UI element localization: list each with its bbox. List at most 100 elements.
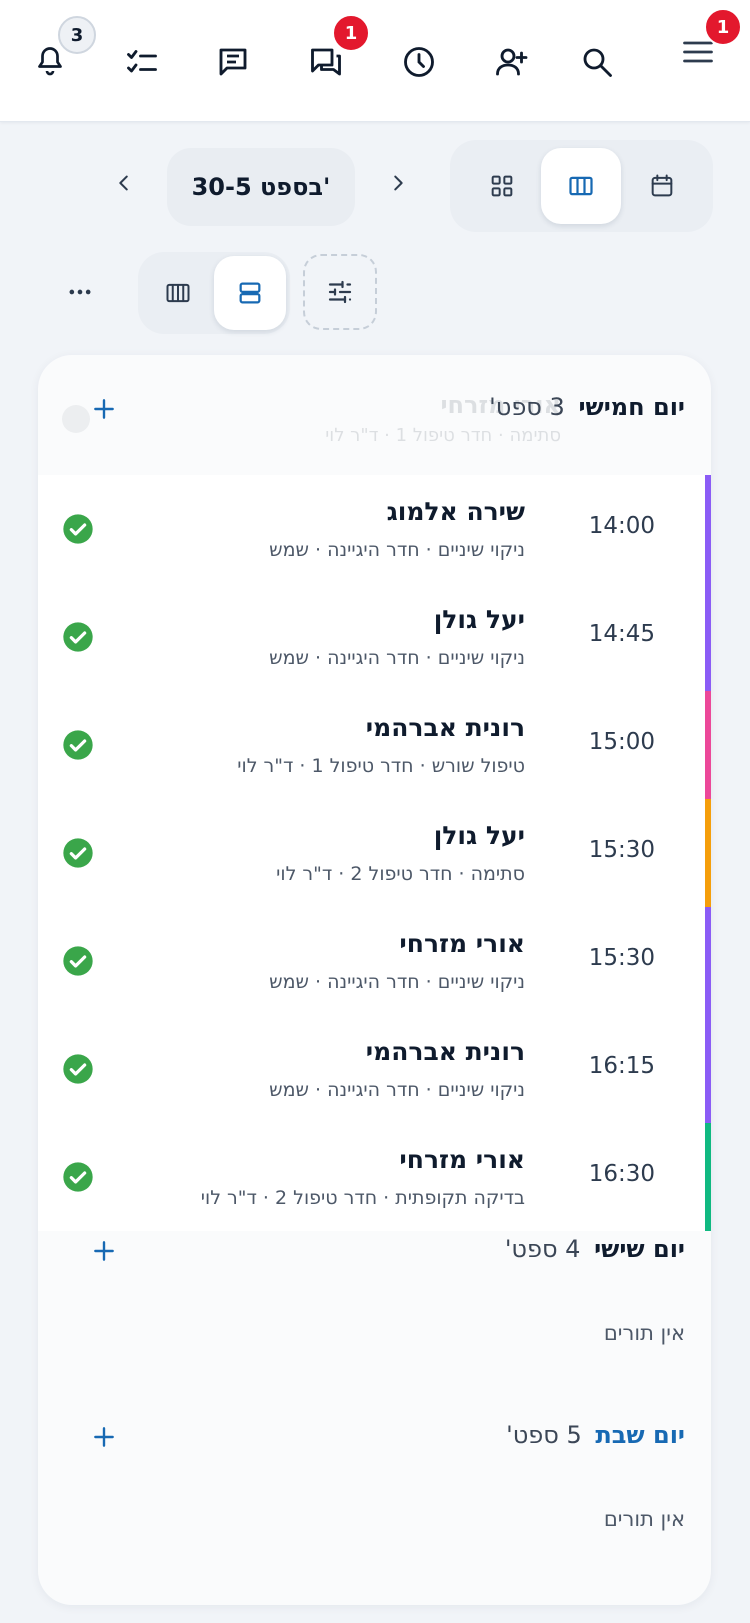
confirmed-check-button[interactable] (62, 837, 94, 869)
layout-switcher (138, 252, 290, 334)
day-title: יום שבת 5 ספט' (506, 1421, 685, 1449)
appointment-time: 16:30 (588, 1161, 655, 1187)
next-range-button[interactable] (378, 163, 418, 203)
appointment-row[interactable]: 15:00 רונית אברהמי טיפול שורש · חדר טיפול … (38, 691, 711, 799)
agenda-card: אורי מזרחי סתימה · חדר טיפול 1 · ד"ר לוי… (38, 355, 711, 1605)
no-appointments-label: אין תורים (603, 1507, 685, 1531)
view-week-icon (569, 176, 593, 196)
checklist-icon (127, 50, 157, 73)
calendar-view-button[interactable] (622, 148, 702, 224)
more-options-button[interactable] (60, 272, 100, 312)
check-circle-icon (63, 946, 93, 976)
menu-button[interactable]: 1 (668, 8, 742, 82)
check-circle-icon (63, 730, 93, 760)
appointment-time: 15:30 (588, 945, 655, 971)
check-circle-icon (63, 622, 93, 652)
chat-button[interactable] (203, 32, 263, 92)
confirmed-check-button[interactable] (62, 621, 94, 653)
patient-name: יעל גולן (433, 821, 525, 850)
search-button[interactable] (567, 32, 627, 92)
view-mode-switcher (450, 140, 713, 232)
patient-name: אורי מזרחי (399, 1145, 525, 1174)
appointment-time: 15:30 (588, 837, 655, 863)
history-button[interactable] (389, 32, 449, 92)
appointment-row[interactable]: 15:30 אורי מזרחי ניקוי שיניים · חדר היגיינ… (38, 907, 711, 1015)
grid-icon (491, 175, 513, 197)
check-circle-icon (63, 1162, 93, 1192)
confirmed-check-button[interactable] (62, 729, 94, 761)
appointment-details: סתימה · חדר טיפול 2 · ד"ר לוי (276, 863, 525, 885)
add-person-icon (496, 48, 528, 76)
appointment-time: 15:00 (588, 729, 655, 755)
check-circle-icon (63, 1054, 93, 1084)
add-patient-button[interactable] (481, 32, 541, 92)
day-header-thursday: אורי מזרחי סתימה · חדר טיפול 1 · ד"ר לוי… (38, 355, 711, 465)
category-stripe (705, 907, 711, 1015)
day-title: יום חמישי 3 ספט' (489, 393, 685, 421)
appointment-details: ניקוי שיניים · חדר היגיינה · שמש (269, 1079, 525, 1101)
calendar-icon (651, 174, 673, 197)
search-icon (583, 48, 612, 77)
top-app-bar: 3 1 1 (0, 0, 750, 122)
confirmed-check-button[interactable] (62, 1053, 94, 1085)
clock-icon (404, 47, 434, 77)
ghost-meta: סתימה · חדר טיפול 1 · ד"ר לוי (325, 425, 561, 446)
add-appointment-button[interactable] (86, 391, 122, 427)
category-stripe (705, 1015, 711, 1123)
day-name: יום שבת (595, 1421, 685, 1449)
confirmed-check-button[interactable] (62, 513, 94, 545)
menu-badge: 1 (704, 8, 742, 46)
grid-view-button[interactable] (462, 148, 542, 224)
plus-icon (94, 1427, 114, 1447)
notifications-badge: 3 (58, 16, 96, 54)
appointment-row[interactable]: 16:15 רונית אברהמי ניקוי שיניים · חדר היגי… (38, 1015, 711, 1123)
day-name: יום שישי (594, 1235, 685, 1263)
appointment-details: ניקוי שיניים · חדר היגיינה · שמש (269, 971, 525, 993)
chevron-left-icon (119, 175, 128, 191)
prev-range-button[interactable] (104, 163, 144, 203)
day-title: יום שישי 4 ספט' (505, 1235, 685, 1263)
view-column-icon (166, 283, 190, 303)
week-view-button[interactable] (541, 148, 621, 224)
patient-name: שירה אלמוג (386, 497, 525, 526)
appointment-row[interactable]: 14:45 יעל גולן ניקוי שיניים · חדר היגיינה … (38, 583, 711, 691)
forum-icon (311, 48, 341, 76)
category-stripe (705, 475, 711, 583)
date-range-label[interactable]: 30-5 בספט' (167, 148, 355, 226)
patient-name: אורי מזרחי (399, 929, 525, 958)
check-circle-icon (63, 838, 93, 868)
category-stripe (705, 583, 711, 691)
appointment-details: ניקוי שיניים · חדר היגיינה · שמש (269, 539, 525, 561)
day-name: יום חמישי (578, 393, 685, 421)
category-stripe (705, 799, 711, 907)
patient-name: רונית אברהמי (365, 1037, 525, 1066)
appointment-details: טיפול שורש · חדר טיפול 1 · ד"ר לוי (237, 755, 525, 777)
filters-button[interactable] (303, 254, 377, 330)
day-date: 4 ספט' (504, 1235, 581, 1263)
rows-layout-button[interactable] (214, 256, 286, 330)
appointment-row[interactable]: 15:30 יעל גולן סתימה · חדר טיפול 2 · ד"ר ל… (38, 799, 711, 907)
appointment-row[interactable]: 14:00 שירה אלמוג ניקוי שיניים · חדר היגיינ… (38, 475, 711, 583)
tasks-button[interactable] (112, 32, 172, 92)
notifications-bell-button[interactable]: 3 (20, 16, 96, 92)
plus-icon (94, 399, 114, 419)
day-date: 3 ספט' (489, 393, 565, 421)
conversations-button[interactable]: 1 (296, 14, 370, 92)
day-header-friday: יום שישי 4 ספט' (38, 1197, 711, 1307)
conversations-badge: 1 (332, 14, 370, 52)
appointment-details: ניקוי שיניים · חדר היגיינה · שמש (269, 647, 525, 669)
more-horizontal-icon (69, 289, 91, 295)
day-header-saturday: יום שבת 5 ספט' (38, 1383, 711, 1493)
patient-name: רונית אברהמי (365, 713, 525, 742)
confirmed-check-button[interactable] (62, 1161, 94, 1193)
bell-icon (38, 47, 62, 76)
columns-layout-button[interactable] (142, 256, 214, 330)
appointment-time: 16:15 (588, 1053, 655, 1079)
confirmed-check-button[interactable] (62, 945, 94, 977)
add-appointment-button[interactable] (86, 1233, 122, 1269)
view-agenda-icon (239, 282, 261, 304)
add-appointment-button[interactable] (86, 1419, 122, 1455)
chevron-right-icon (394, 175, 403, 191)
category-stripe (705, 691, 711, 799)
tune-icon (328, 280, 352, 304)
